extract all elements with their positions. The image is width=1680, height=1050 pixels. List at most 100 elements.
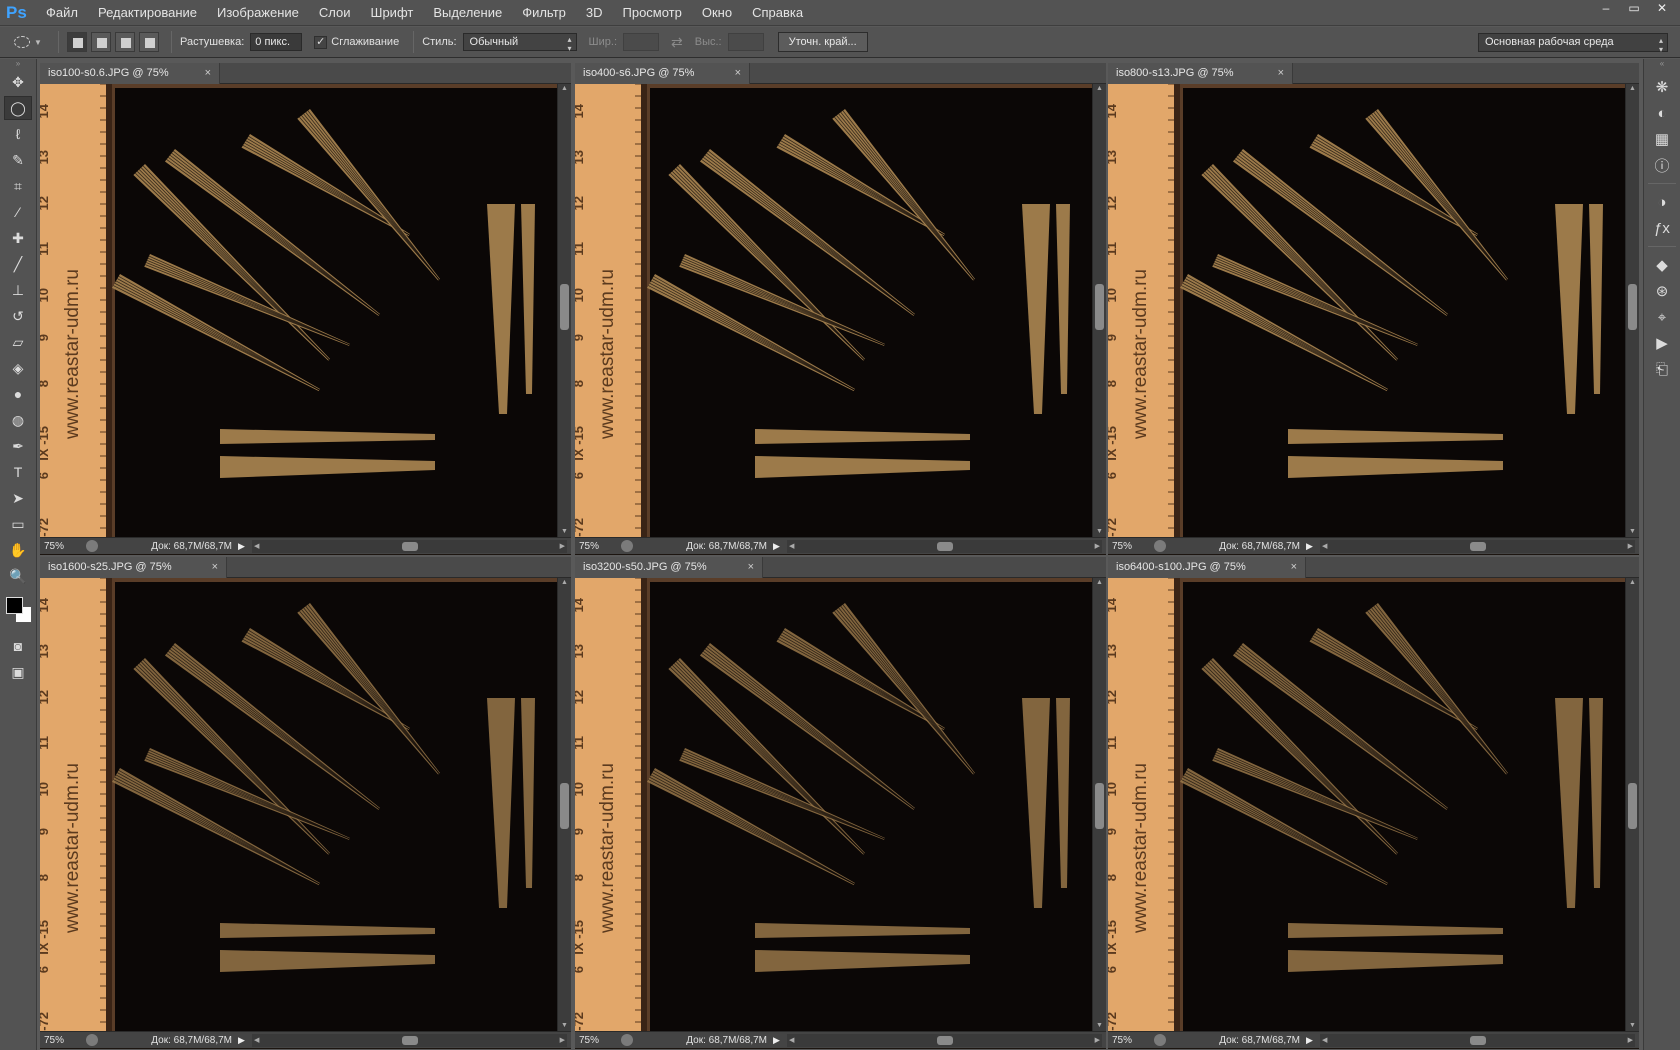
- dodge-icon[interactable]: ◍: [4, 408, 32, 432]
- status-info-icon[interactable]: [86, 1034, 98, 1046]
- scroll-thumb[interactable]: [560, 284, 569, 330]
- paths-icon[interactable]: ⌖: [1648, 305, 1676, 329]
- scroll-right-icon[interactable]: ▶: [560, 1034, 565, 1047]
- scroll-right-icon[interactable]: ▶: [1095, 1034, 1100, 1047]
- scroll-up-icon[interactable]: ▲: [1626, 84, 1639, 94]
- zoom-level[interactable]: 75%: [575, 1035, 621, 1046]
- vertical-scrollbar[interactable]: ▲ ▼: [1625, 84, 1639, 537]
- channels-icon[interactable]: ⊛: [1648, 279, 1676, 303]
- zoom-level[interactable]: 75%: [40, 1035, 86, 1046]
- status-info-icon[interactable]: [1154, 1034, 1166, 1046]
- vertical-scrollbar[interactable]: ▲ ▼: [1625, 578, 1639, 1031]
- close-tab-icon[interactable]: ×: [735, 63, 741, 84]
- color-icon[interactable]: ◐: [1648, 101, 1676, 125]
- navigator-icon[interactable]: ❋: [1648, 75, 1676, 99]
- brush-icon[interactable]: ╱: [4, 252, 32, 276]
- document-canvas[interactable]: 14 13 12 11 10 9 8 IX -15 6 5-72 www.reastar-udm.r…: [1108, 578, 1625, 1031]
- scroll-thumb[interactable]: [1095, 783, 1104, 829]
- add-to-selection-button[interactable]: [91, 32, 111, 52]
- horizontal-scrollbar[interactable]: ◀ ▶: [252, 539, 567, 553]
- document-canvas[interactable]: 14 13 12 11 10 9 8 IX -15 6 5-72 www.reastar-udm.r…: [40, 578, 557, 1031]
- ellipse-marquee-icon[interactable]: ◯: [4, 96, 32, 120]
- document-canvas[interactable]: 14 13 12 11 10 9 8 IX -15 6 5-72 www.reastar-udm.r…: [40, 84, 557, 537]
- menu-view[interactable]: Просмотр: [613, 0, 692, 26]
- scroll-up-icon[interactable]: ▲: [1093, 578, 1106, 588]
- restore-button[interactable]: ▭: [1622, 2, 1646, 16]
- zoom-level[interactable]: 75%: [40, 541, 86, 552]
- stamp-icon[interactable]: ⊥: [4, 278, 32, 302]
- menu-layers[interactable]: Слои: [309, 0, 361, 26]
- scroll-down-icon[interactable]: ▼: [558, 527, 571, 537]
- vertical-scrollbar[interactable]: ▲ ▼: [1092, 84, 1106, 537]
- subtract-from-selection-button[interactable]: [115, 32, 135, 52]
- refine-edge-button[interactable]: Уточн. край...: [777, 32, 868, 52]
- menu-type[interactable]: Шрифт: [361, 0, 424, 26]
- panel-grip-icon[interactable]: »: [0, 59, 36, 69]
- close-tab-icon[interactable]: ×: [205, 63, 211, 84]
- document-canvas[interactable]: 14 13 12 11 10 9 8 IX -15 6 5-72 www.reastar-udm.r…: [575, 578, 1092, 1031]
- styles-icon[interactable]: ƒx: [1648, 216, 1676, 240]
- document-canvas[interactable]: 14 13 12 11 10 9 8 IX -15 6 5-72 www.reastar-udm.r…: [575, 84, 1092, 537]
- lasso-icon[interactable]: ℓ: [4, 122, 32, 146]
- zoom-level[interactable]: 75%: [575, 541, 621, 552]
- scroll-down-icon[interactable]: ▼: [1626, 1021, 1639, 1031]
- menu-edit[interactable]: Редактирование: [88, 0, 207, 26]
- healing-icon[interactable]: ✚: [4, 226, 32, 250]
- pen-icon[interactable]: ✒: [4, 434, 32, 458]
- type-icon[interactable]: T: [4, 460, 32, 484]
- close-tab-icon[interactable]: ×: [1291, 557, 1297, 578]
- style-select[interactable]: Обычный ▴ ▾: [462, 33, 577, 53]
- scroll-down-icon[interactable]: ▼: [1093, 1021, 1106, 1031]
- rectangle-icon[interactable]: ▭: [4, 512, 32, 536]
- scroll-down-icon[interactable]: ▼: [558, 1021, 571, 1031]
- scroll-right-icon[interactable]: ▶: [1095, 540, 1100, 553]
- scroll-thumb[interactable]: [1470, 1035, 1486, 1045]
- horizontal-scrollbar[interactable]: ◀ ▶: [787, 539, 1102, 553]
- menu-window[interactable]: Окно: [692, 0, 742, 26]
- scroll-left-icon[interactable]: ◀: [254, 540, 259, 553]
- scroll-right-icon[interactable]: ▶: [560, 540, 565, 553]
- workspace-select[interactable]: Основная рабочая среда ▴ ▾: [1478, 33, 1668, 54]
- swap-icon[interactable]: ⇄: [671, 34, 683, 51]
- menu-filter[interactable]: Фильтр: [512, 0, 576, 26]
- scroll-right-icon[interactable]: ▶: [1628, 540, 1633, 553]
- document-tab[interactable]: iso6400-s100.JPG @ 75% (RGB/8) ×: [1108, 557, 1306, 594]
- scroll-left-icon[interactable]: ◀: [789, 540, 794, 553]
- ps-logo-icon[interactable]: Ps: [6, 3, 28, 23]
- scroll-right-icon[interactable]: ▶: [1628, 1034, 1633, 1047]
- close-tab-icon[interactable]: ×: [212, 557, 218, 578]
- foreground-color[interactable]: [6, 597, 23, 614]
- status-info-icon[interactable]: [621, 540, 633, 552]
- menu-3d[interactable]: 3D: [576, 0, 613, 26]
- menu-image[interactable]: Изображение: [207, 0, 309, 26]
- document-tab[interactable]: iso100-s0.6.JPG @ 75% (RGB/8) ×: [40, 63, 220, 100]
- scroll-thumb[interactable]: [1628, 783, 1637, 829]
- scroll-left-icon[interactable]: ◀: [1322, 540, 1327, 553]
- intersect-selection-button[interactable]: [139, 32, 159, 52]
- horizontal-scrollbar[interactable]: ◀ ▶: [1320, 539, 1635, 553]
- scroll-thumb[interactable]: [560, 783, 569, 829]
- info-icon[interactable]: ⓘ: [1648, 153, 1676, 177]
- height-input[interactable]: [727, 33, 764, 51]
- document-tab[interactable]: iso1600-s25.JPG @ 75% (RGB/8) ×: [40, 557, 227, 594]
- scroll-left-icon[interactable]: ◀: [789, 1034, 794, 1047]
- paint-bucket-icon[interactable]: ◈: [4, 356, 32, 380]
- scroll-thumb[interactable]: [1095, 284, 1104, 330]
- scroll-left-icon[interactable]: ◀: [1322, 1034, 1327, 1047]
- screen-mode-icon[interactable]: ▣: [4, 660, 32, 684]
- horizontal-scrollbar[interactable]: ◀ ▶: [1320, 1033, 1635, 1047]
- adjustments-icon[interactable]: ◑: [1648, 190, 1676, 214]
- vertical-scrollbar[interactable]: ▲ ▼: [1092, 578, 1106, 1031]
- status-info-icon[interactable]: [621, 1034, 633, 1046]
- crop-icon[interactable]: ⌗: [4, 174, 32, 198]
- menu-select[interactable]: Выделение: [423, 0, 512, 26]
- scroll-thumb[interactable]: [402, 1035, 418, 1045]
- scroll-thumb[interactable]: [937, 1035, 953, 1045]
- minimize-button[interactable]: –: [1594, 2, 1618, 16]
- scroll-down-icon[interactable]: ▼: [1626, 527, 1639, 537]
- status-menu-icon[interactable]: ▶: [1306, 1035, 1320, 1046]
- hand-icon[interactable]: ✋: [4, 538, 32, 562]
- scroll-down-icon[interactable]: ▼: [1093, 527, 1106, 537]
- scroll-up-icon[interactable]: ▲: [558, 84, 571, 94]
- status-menu-icon[interactable]: ▶: [238, 1035, 252, 1046]
